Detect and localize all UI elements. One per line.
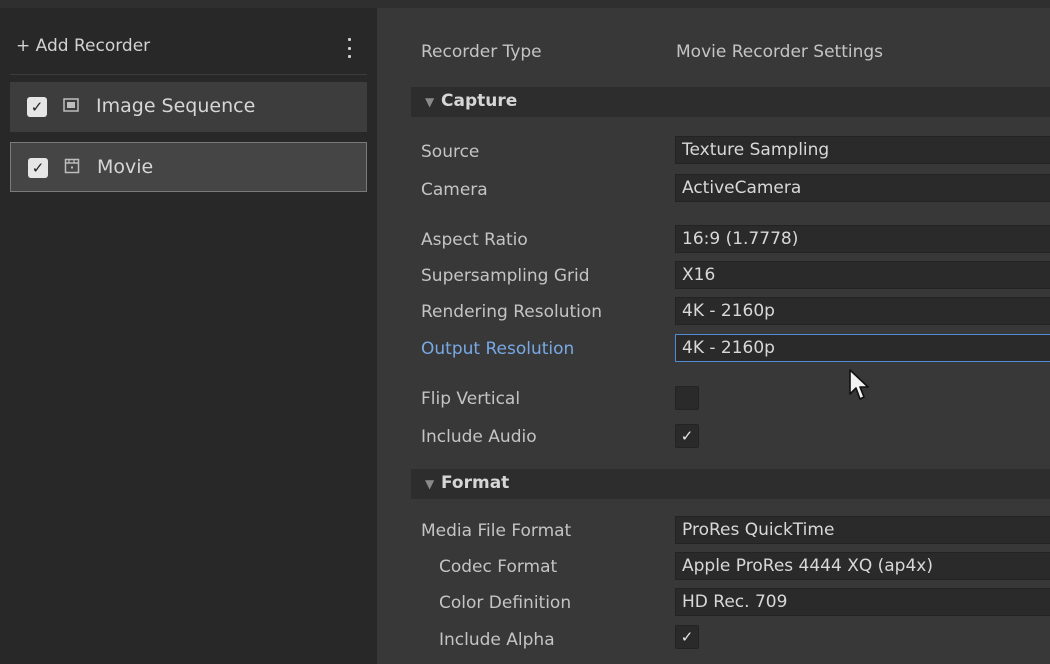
output-resolution-dropdown[interactable]: 4K - 2160p: [675, 334, 1050, 362]
codec-format-dropdown[interactable]: Apple ProRes 4444 XQ (ap4x): [675, 552, 1050, 580]
recorder-inspector: Recorder Type Movie Recorder Settings ▼ …: [377, 8, 1050, 664]
source-label: Source: [421, 142, 480, 162]
top-strip: [0, 0, 1050, 8]
camera-label: Camera: [421, 180, 488, 200]
add-recorder-button[interactable]: + Add Recorder: [16, 36, 150, 56]
rendering-resolution-dropdown[interactable]: 4K - 2160p: [675, 297, 1050, 325]
supersampling-grid-dropdown[interactable]: X16: [675, 261, 1050, 289]
image-icon: [63, 98, 79, 112]
camera-dropdown[interactable]: ActiveCamera: [675, 174, 1050, 202]
include-alpha-label: Include Alpha: [439, 630, 555, 650]
supersampling-grid-label: Supersampling Grid: [421, 266, 590, 286]
color-definition-label: Color Definition: [439, 593, 572, 613]
divider: [10, 74, 367, 75]
media-file-format-label: Media File Format: [421, 521, 572, 541]
source-dropdown[interactable]: Texture Sampling: [675, 136, 1050, 164]
recorder-list-header: + Add Recorder: [0, 8, 377, 74]
recorder-type-value: Movie Recorder Settings: [676, 42, 884, 62]
section-title: Capture: [441, 91, 518, 111]
recorder-item-movie[interactable]: ✓ Movie: [10, 142, 367, 192]
color-definition-dropdown[interactable]: HD Rec. 709: [675, 588, 1050, 616]
flip-vertical-label: Flip Vertical: [421, 389, 521, 409]
recorder-item-label: Image Sequence: [96, 95, 256, 117]
aspect-ratio-dropdown[interactable]: 16:9 (1.7778): [675, 225, 1050, 253]
include-audio-checkbox[interactable]: ✓: [675, 424, 699, 448]
foldout-triangle-icon: ▼: [425, 95, 435, 109]
mouse-cursor-icon: [849, 369, 869, 400]
movie-icon: [64, 158, 80, 174]
recorder-enabled-checkbox[interactable]: ✓: [28, 158, 48, 178]
capture-section-header[interactable]: ▼ Capture: [411, 87, 1050, 117]
aspect-ratio-label: Aspect Ratio: [421, 230, 528, 250]
recorder-type-label: Recorder Type: [421, 42, 542, 62]
media-file-format-dropdown[interactable]: ProRes QuickTime: [675, 516, 1050, 544]
recorder-enabled-checkbox[interactable]: ✓: [27, 97, 47, 117]
flip-vertical-checkbox[interactable]: [675, 386, 699, 410]
recorder-list-panel: + Add Recorder ✓ Image Sequence ✓ Movie: [0, 8, 377, 664]
recorder-item-label: Movie: [97, 156, 154, 178]
recorder-item-image-sequence[interactable]: ✓ Image Sequence: [10, 82, 367, 132]
include-audio-label: Include Audio: [421, 427, 537, 447]
codec-format-label: Codec Format: [439, 557, 558, 577]
include-alpha-checkbox[interactable]: ✓: [675, 625, 699, 649]
section-title: Format: [441, 473, 510, 493]
format-section-header[interactable]: ▼ Format: [411, 469, 1050, 499]
more-options-icon[interactable]: [346, 38, 352, 58]
rendering-resolution-label: Rendering Resolution: [421, 302, 603, 322]
output-resolution-label: Output Resolution: [421, 339, 575, 359]
foldout-triangle-icon: ▼: [425, 477, 435, 491]
